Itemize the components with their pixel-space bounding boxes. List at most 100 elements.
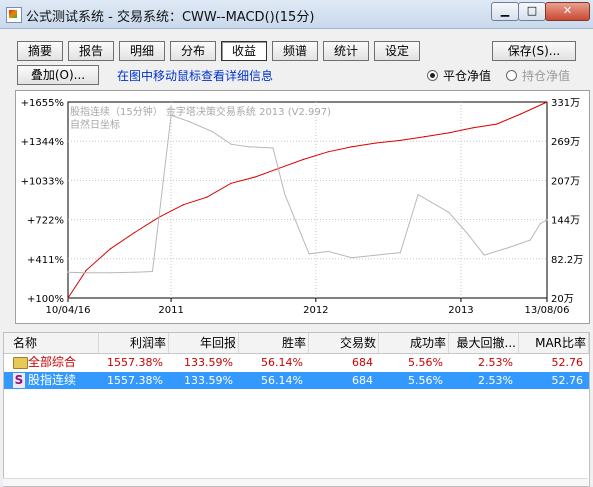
equity-point bbox=[278, 167, 280, 169]
equity-point bbox=[351, 146, 353, 148]
cell: 133.59% bbox=[184, 374, 233, 387]
column-header[interactable]: 胜率 bbox=[239, 333, 309, 353]
price-point bbox=[188, 120, 190, 123]
column-header[interactable]: 交易数 bbox=[309, 333, 379, 353]
equity-point bbox=[134, 231, 136, 234]
title-bar[interactable]: 公式测试系统 - 交易系统：CWW--MACD()(15分) ▁ □ ✕ bbox=[0, 0, 593, 29]
formula-test-window: 公式测试系统 - 交易系统：CWW--MACD()(15分) ▁ □ ✕ 摘要 … bbox=[0, 0, 593, 487]
price-point bbox=[546, 219, 548, 221]
tab-statistics[interactable]: 统计 bbox=[323, 41, 369, 61]
y-tick-label: +1033% bbox=[21, 176, 64, 187]
price-point bbox=[308, 253, 310, 255]
hint-link: 在图中移动鼠标查看详细信息 bbox=[117, 69, 274, 83]
y-tick-label: +411% bbox=[27, 255, 64, 266]
price-point bbox=[109, 272, 112, 274]
app-icon bbox=[6, 7, 22, 23]
equity-point bbox=[85, 269, 87, 271]
summary-table: 名称 利润率 年回报 胜率 交易数 成功率 最大回撤... MAR比率 全部综合… bbox=[3, 332, 590, 487]
row-name: 全部综合 bbox=[28, 355, 77, 369]
cell: 56.14% bbox=[261, 356, 303, 369]
y2-tick-label: 144万 bbox=[551, 216, 580, 227]
equity-point bbox=[109, 248, 112, 250]
equity-chart[interactable]: +100% 20万 +411% 82.2万 +722% 144万 +1033% 207万 +13… bbox=[15, 90, 590, 324]
price-point bbox=[67, 271, 69, 273]
tab-settings[interactable]: 设定 bbox=[374, 41, 420, 61]
flat-equity-radio[interactable]: 平仓净值 bbox=[427, 67, 491, 84]
tab-distribution[interactable]: 分布 bbox=[170, 41, 216, 61]
flat-equity-label: 平仓净值 bbox=[443, 69, 492, 83]
minimize-button[interactable]: ▁ bbox=[491, 2, 519, 21]
price-point bbox=[272, 147, 274, 149]
row-name: 股指连续 bbox=[28, 373, 77, 387]
x-tick-label: 13/08/06 bbox=[525, 305, 570, 316]
price-point bbox=[529, 239, 531, 241]
hold-equity-radio[interactable]: 持仓净值 bbox=[506, 67, 570, 84]
cell: 684 bbox=[352, 374, 373, 387]
table-row-selected[interactable]: S 股指连续 1557.38% 133.59% 56.14% 684 5.56%… bbox=[4, 372, 589, 389]
equity-point bbox=[448, 132, 450, 134]
y2-tick-label: 331万 bbox=[551, 98, 580, 109]
cell: 1557.38% bbox=[107, 356, 163, 369]
close-button[interactable]: ✕ bbox=[545, 2, 590, 21]
cell: 5.56% bbox=[408, 374, 443, 387]
maximize-button[interactable]: □ bbox=[518, 2, 546, 21]
column-header[interactable]: 成功率 bbox=[379, 333, 449, 353]
tab-detail[interactable]: 明细 bbox=[119, 41, 165, 61]
equity-point bbox=[423, 136, 426, 138]
cell: 684 bbox=[352, 356, 373, 369]
equity-point bbox=[520, 113, 522, 115]
equity-point bbox=[206, 196, 208, 198]
price-point bbox=[417, 194, 419, 196]
price-point bbox=[507, 246, 510, 249]
tab-summary[interactable]: 摘要 bbox=[17, 41, 63, 61]
table-row[interactable]: 全部综合 1557.38% 133.59% 56.14% 684 5.56% 2… bbox=[4, 354, 589, 371]
price-point bbox=[247, 146, 250, 148]
column-header[interactable]: 名称 bbox=[4, 333, 99, 353]
equity-point bbox=[230, 182, 232, 184]
equity-chart-svg[interactable]: +100% 20万 +411% 82.2万 +722% 144万 +1033% 207万 +13… bbox=[16, 91, 589, 323]
equity-point bbox=[254, 176, 256, 178]
equity-point bbox=[302, 158, 305, 160]
price-point bbox=[230, 143, 232, 145]
y-tick-label: +100% bbox=[27, 294, 64, 305]
price-point bbox=[539, 223, 541, 225]
equity-point bbox=[546, 101, 548, 103]
y-tick-label: +722% bbox=[27, 216, 64, 227]
price-point bbox=[85, 272, 87, 274]
cell: 52.76 bbox=[551, 356, 584, 369]
y2-tick-label: 269万 bbox=[551, 137, 580, 148]
tab-profit[interactable]: 收益 bbox=[221, 41, 267, 61]
cell: 2.53% bbox=[478, 356, 513, 369]
cell: 52.76 bbox=[551, 374, 584, 387]
equity-point bbox=[67, 297, 69, 299]
table-header: 名称 利润率 年回报 胜率 交易数 成功率 最大回撤... MAR比率 bbox=[4, 333, 589, 354]
column-header[interactable]: 年回报 bbox=[169, 333, 239, 353]
y-tick-label: +1344% bbox=[21, 137, 64, 148]
equity-point bbox=[496, 123, 498, 125]
chart-title: 股指连续（15分钟） 金字塔决策交易系统 2013 (V2.997) bbox=[70, 105, 331, 118]
equity-point bbox=[327, 151, 329, 153]
price-point bbox=[351, 257, 353, 259]
column-header[interactable]: 利润率 bbox=[99, 333, 169, 353]
chart-subtitle: 自然日坐标 bbox=[70, 118, 120, 131]
tab-spectrum[interactable]: 频谱 bbox=[272, 41, 318, 61]
tab-report[interactable]: 报告 bbox=[68, 41, 114, 61]
y2-tick-label: 207万 bbox=[551, 176, 580, 187]
radio-dot bbox=[427, 70, 438, 81]
overlay-button[interactable]: 叠加(O)... bbox=[17, 65, 99, 85]
column-header[interactable]: 最大回撤... bbox=[449, 333, 519, 353]
price-point bbox=[327, 250, 329, 252]
cell: 1557.38% bbox=[107, 374, 163, 387]
x-tick-label: 2012 bbox=[303, 305, 328, 316]
window-title: 公式测试系统 - 交易系统：CWW--MACD()(15分) bbox=[26, 10, 315, 25]
y2-tick-label: 20万 bbox=[551, 294, 574, 305]
cell: 5.56% bbox=[408, 356, 443, 369]
hold-equity-label: 持仓净值 bbox=[522, 69, 571, 83]
plot-area bbox=[67, 101, 548, 299]
price-point bbox=[483, 254, 485, 256]
price-point bbox=[211, 131, 213, 133]
save-button[interactable]: 保存(S)... bbox=[492, 41, 576, 61]
equity-point bbox=[375, 142, 377, 144]
column-header[interactable]: MAR比率 bbox=[519, 333, 589, 353]
price-point bbox=[448, 211, 450, 213]
